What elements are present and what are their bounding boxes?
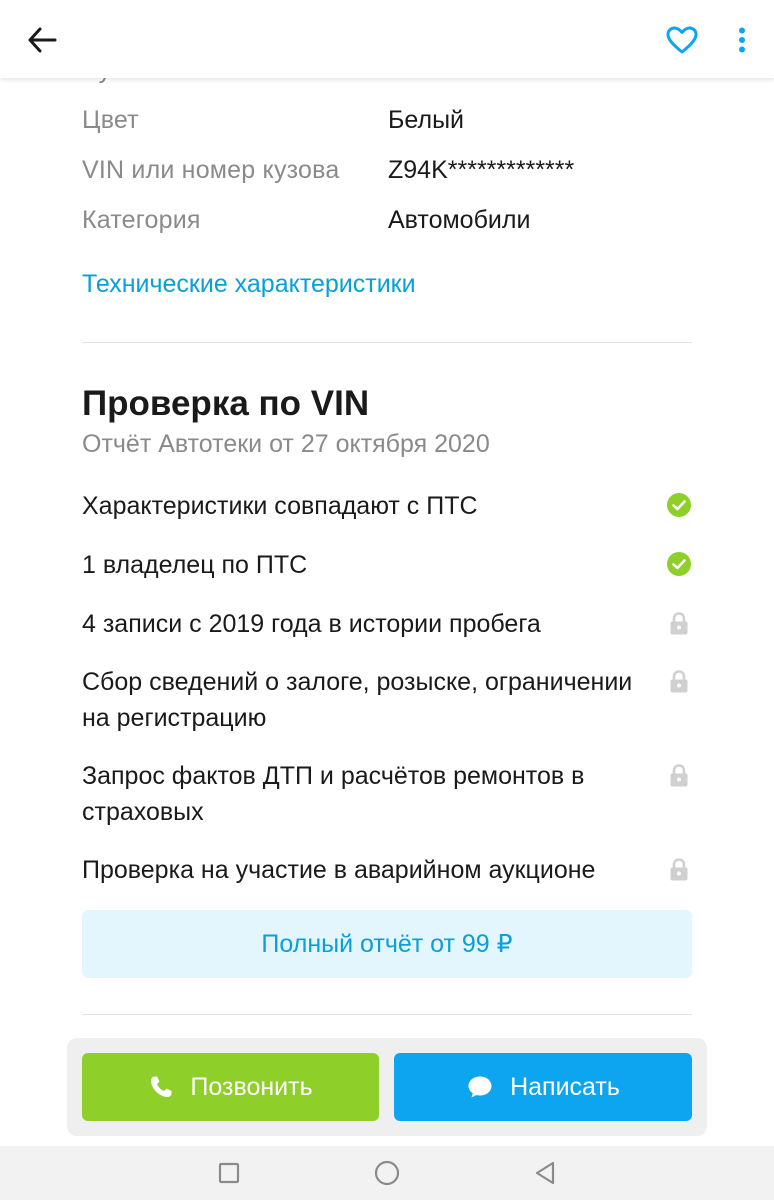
recent-apps-button[interactable] [214, 1158, 244, 1188]
tech-specs-link[interactable]: Технические характеристики [82, 270, 416, 299]
call-button[interactable]: Позвонить [82, 1053, 379, 1121]
triangle-back-icon [535, 1161, 555, 1185]
vin-check-item-text: 1 владелец по ПТС [82, 551, 308, 579]
lock-icon [670, 858, 688, 881]
write-button-label: Написать [510, 1072, 620, 1101]
vin-check-item-text: Проверка на участие в аварийном аукционе [82, 856, 596, 884]
circle-icon [374, 1160, 400, 1186]
favorite-button[interactable] [660, 18, 704, 62]
lock-icon [670, 612, 688, 635]
lock-icon [670, 764, 688, 787]
vin-check-subtitle: Отчёт Автотеки от 27 октября 2020 [82, 430, 490, 458]
spec-label: VIN или номер кузова [82, 156, 340, 184]
top-app-bar [0, 0, 774, 78]
heart-outline-icon [666, 26, 698, 54]
divider [82, 1014, 692, 1015]
vin-check-item-text: Запрос фактов ДТП и расчётов ремонтов в … [82, 762, 585, 826]
full-report-button[interactable]: Полный отчёт от 99 ₽ [82, 910, 692, 978]
back-button[interactable] [22, 20, 62, 60]
divider [82, 342, 692, 343]
lock-icon [670, 670, 688, 693]
system-back-button[interactable] [530, 1158, 560, 1188]
chat-bubble-icon [468, 1076, 492, 1098]
spec-label: Категория [82, 206, 201, 234]
vin-check-item-text: Характеристики совпадают с ПТС [82, 492, 478, 520]
vin-check-item-text: 4 записи с 2019 года в истории пробега [82, 610, 541, 638]
check-circle-icon [667, 493, 691, 517]
arrow-left-icon [28, 27, 57, 53]
system-navigation-bar [0, 1146, 774, 1200]
write-message-button[interactable]: Написать [394, 1053, 692, 1121]
more-vertical-icon [739, 27, 745, 53]
call-button-label: Позвонить [190, 1072, 313, 1101]
vin-check-title: Проверка по VIN [82, 384, 370, 423]
more-options-button[interactable] [724, 18, 760, 62]
spec-row-vin: VIN или номер кузова Z94K************* [82, 156, 692, 196]
contact-action-bar: Позвонить Написать [67, 1038, 707, 1136]
spec-value: Z94K************* [388, 156, 575, 184]
spec-row-color: Цвет Белый [82, 106, 692, 146]
spec-row-category: Категория Автомобили [82, 206, 692, 246]
phone-icon [151, 1076, 172, 1097]
square-icon [218, 1162, 240, 1184]
listing-details-page: Руль Левый Цвет Белый VIN или номер кузо… [0, 0, 774, 1200]
check-circle-icon [667, 552, 691, 576]
spec-value: Белый [388, 106, 465, 134]
spec-label: Цвет [82, 106, 139, 134]
vin-check-item-text: Сбор сведений о залоге, розыске, огранич… [82, 668, 633, 732]
spec-value: Автомобили [388, 206, 531, 234]
home-button[interactable] [372, 1158, 402, 1188]
